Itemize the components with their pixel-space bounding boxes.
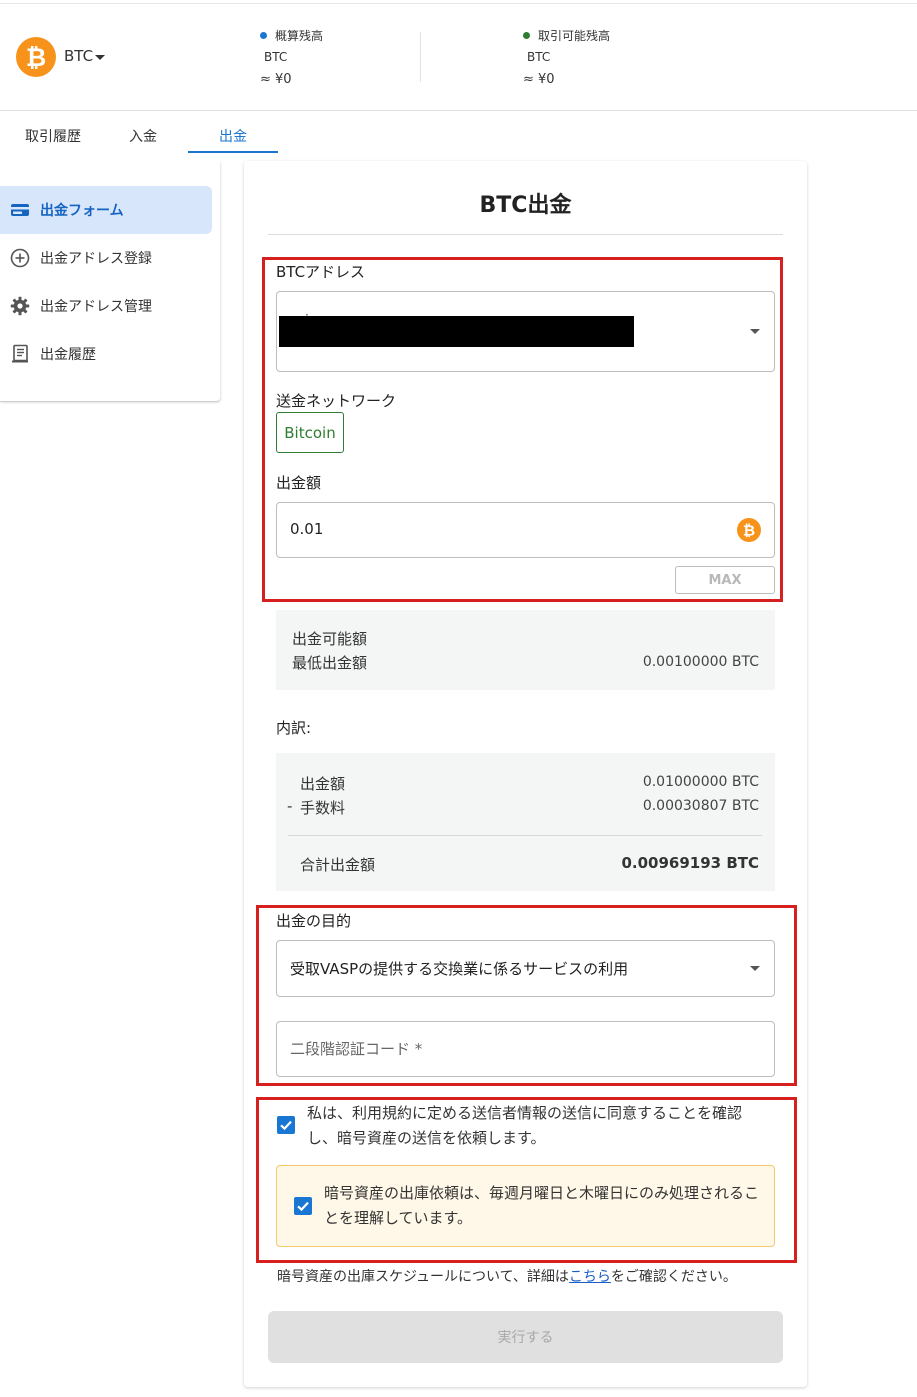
- svg-text:₿: ₿: [26, 43, 46, 72]
- balance-header: [0, 4, 917, 111]
- submit-button[interactable]: 実行する: [268, 1311, 783, 1363]
- breakdown-amount-value: 0.01000000 BTC: [642, 774, 759, 790]
- fee-label: 手数料: [300, 799, 346, 817]
- total-label: 合計出金額: [300, 856, 376, 874]
- green-dot-icon: [523, 32, 530, 39]
- schedule-link[interactable]: こちら: [569, 1269, 611, 1285]
- fee-minus-sign: -: [287, 797, 293, 815]
- sidebar-item-withdrawal-history[interactable]: 出金履歴: [0, 330, 212, 378]
- sidebar: 出金フォーム 出金アドレス登録 出金アドレス管理 出金履歴: [0, 162, 220, 402]
- tab-trade-history[interactable]: 取引履歴: [18, 126, 88, 154]
- receipt-icon: [12, 344, 28, 363]
- breakdown-label: 内訳:: [276, 719, 312, 737]
- minimum-amount-value: 0.00100000 BTC: [642, 654, 759, 670]
- fee-value: 0.00030807 BTC: [642, 798, 759, 814]
- sidebar-item-withdrawal-form[interactable]: 出金フォーム: [0, 186, 212, 234]
- active-tab-indicator: [188, 151, 278, 153]
- total-value: 0.00969193 BTC: [621, 854, 759, 872]
- tab-deposit[interactable]: 入金: [118, 126, 168, 154]
- availability-box: [276, 610, 775, 690]
- sidebar-item-label: 出金フォーム: [40, 203, 124, 219]
- estimated-balance-unit: BTC: [264, 50, 288, 64]
- sidebar-item-label: 出金アドレス登録: [40, 251, 152, 267]
- highlight-box-purpose-otp: [256, 905, 797, 1086]
- minimum-amount-label: 最低出金額: [292, 654, 368, 672]
- bitcoin-logo-icon: ₿: [16, 37, 56, 77]
- tab-withdrawal[interactable]: 出金: [188, 126, 278, 154]
- breakdown-amount-label: 出金額: [300, 775, 346, 793]
- card-icon: [11, 204, 29, 216]
- title-divider: [268, 234, 783, 235]
- available-amount-label: 出金可能額: [292, 630, 368, 648]
- available-balance-unit: BTC: [527, 50, 551, 64]
- estimated-balance-value: ≈ ¥0: [260, 72, 292, 87]
- available-balance-value: ≈ ¥0: [523, 72, 555, 87]
- page-title: BTC出金: [479, 193, 572, 218]
- schedule-note: 暗号資産の出庫スケジュールについて、詳細はこちらをご確認ください。: [277, 1269, 737, 1285]
- estimated-balance-label: 概算残高: [260, 27, 323, 44]
- sidebar-item-address-registration[interactable]: 出金アドレス登録: [0, 234, 212, 282]
- coin-selector-label: BTC: [64, 47, 94, 65]
- available-balance-label: 取引可能残高: [523, 27, 610, 44]
- balance-divider: [420, 32, 421, 82]
- highlight-box-address-amount: [262, 257, 783, 602]
- sidebar-item-address-management[interactable]: 出金アドレス管理: [0, 282, 212, 330]
- highlight-box-consent: [256, 1097, 797, 1263]
- sidebar-item-label: 出金履歴: [40, 347, 96, 363]
- blue-dot-icon: [260, 32, 267, 39]
- add-circle-icon: [10, 248, 30, 268]
- gear-icon: [10, 296, 30, 316]
- caret-down-icon: [95, 55, 106, 60]
- sidebar-item-label: 出金アドレス管理: [40, 299, 152, 315]
- breakdown-divider: [288, 835, 762, 836]
- coin-selector[interactable]: BTC: [64, 47, 106, 65]
